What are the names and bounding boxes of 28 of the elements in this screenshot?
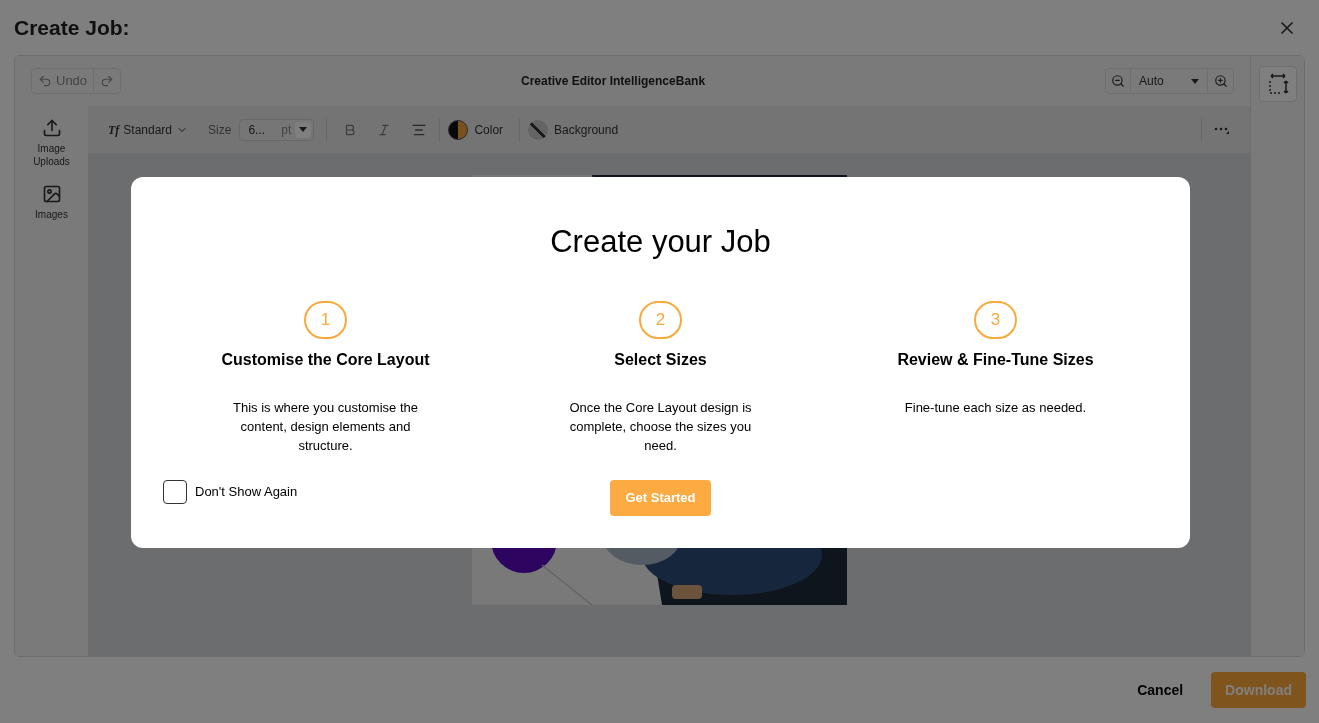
sidebar-item[interactable]: Image Uploads (21, 118, 82, 168)
size-label: Size (208, 121, 232, 139)
upload-icon (41, 118, 62, 138)
undo-icon (38, 74, 52, 88)
bold-icon[interactable] (343, 122, 358, 137)
background-button[interactable]: Background (528, 119, 619, 140)
dialog-title: Create Job: (14, 14, 130, 41)
redo-icon (100, 74, 115, 88)
checkbox-label: Don't Show Again (195, 483, 298, 502)
step-description: Fine-tune each size as needed. (903, 398, 1088, 417)
step-title: Customise the Core Layout (221, 349, 430, 370)
step-number: 2 (639, 300, 682, 339)
sidebar-item[interactable]: Images (21, 184, 82, 221)
step-description: This is where you customise the content, design elements and structure. (232, 398, 419, 455)
step-description: Once the Core Layout design is complete, choose the sizes you need. (568, 398, 753, 455)
dont-show-checkbox[interactable] (163, 480, 187, 504)
resize-icon[interactable] (1258, 66, 1297, 102)
italic-icon[interactable] (377, 122, 392, 137)
step-number: 3 (974, 300, 1017, 339)
font-style-dropdown[interactable]: Tf Standard (108, 120, 189, 139)
modal-title: Create your Job (550, 223, 771, 261)
image-icon (41, 184, 62, 204)
step-number: 1 (304, 300, 347, 339)
color-button[interactable]: Color (448, 119, 504, 140)
step-title: Review & Fine-Tune Sizes (897, 349, 1094, 370)
cancel-button[interactable]: Cancel (1125, 679, 1196, 701)
step-title: Select Sizes (614, 349, 707, 370)
editor-title: Creative Editor IntelligenceBank (520, 73, 707, 90)
